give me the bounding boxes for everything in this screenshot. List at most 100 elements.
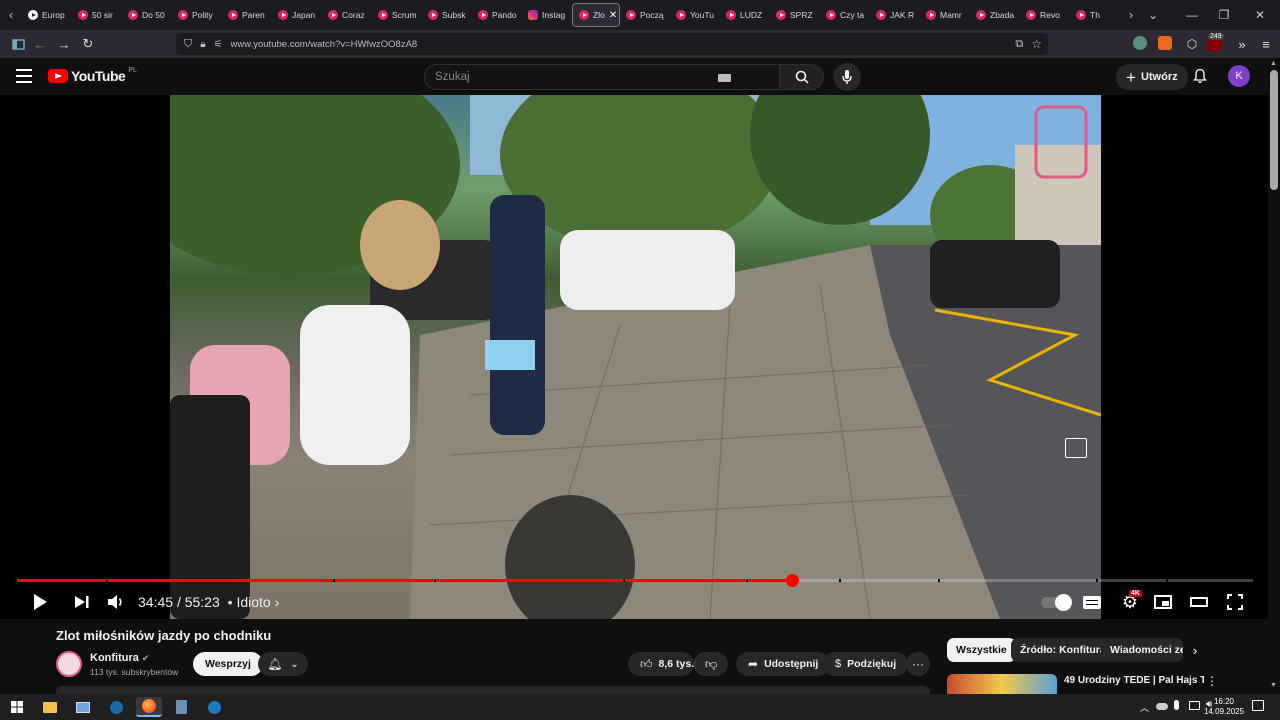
browser-tab[interactable]: Czy ta bbox=[820, 3, 870, 27]
browser-tab[interactable]: Revo bbox=[1020, 3, 1070, 27]
monitor-app-icon[interactable] bbox=[70, 697, 96, 717]
channel-avatar[interactable] bbox=[56, 651, 82, 677]
settings-button[interactable]: ⚙ 4K bbox=[1118, 589, 1142, 615]
start-menu-icon[interactable] bbox=[4, 697, 30, 717]
support-button[interactable]: Wesprzyj bbox=[193, 652, 263, 676]
tab-scroll-left-icon[interactable]: ‹ bbox=[0, 0, 22, 30]
share-button[interactable]: ➦ Udostępnij bbox=[736, 652, 831, 676]
clock[interactable]: 16:20 14.09.2025 bbox=[1204, 697, 1244, 717]
volume-button[interactable] bbox=[104, 589, 128, 615]
url-bar[interactable]: ⛉ 🔒︎ ⚟ www.youtube.com/watch?v=HWfwzOO8z… bbox=[176, 33, 1048, 55]
next-button[interactable] bbox=[70, 589, 94, 615]
browser-tab[interactable]: Polity bbox=[172, 3, 222, 27]
browser-tab[interactable]: Mamr bbox=[920, 3, 970, 27]
search-button[interactable] bbox=[780, 64, 824, 90]
browser-tab[interactable]: Subsk bbox=[422, 3, 472, 27]
lock-icon[interactable]: 🔒︎ bbox=[200, 39, 205, 50]
tray-overflow-icon[interactable]: ︿ bbox=[1140, 701, 1149, 714]
account-avatar[interactable]: K bbox=[1228, 65, 1250, 87]
app-menu-icon[interactable]: ≡ bbox=[1254, 32, 1278, 56]
close-window-icon[interactable]: ✕ bbox=[1240, 0, 1280, 30]
chip-news[interactable]: Wiadomości ze ś bbox=[1101, 638, 1183, 662]
chip-source-channel[interactable]: Źródło: Konfitura bbox=[1011, 638, 1115, 662]
browser-tab[interactable]: Począ bbox=[620, 3, 670, 27]
steam-secondary-icon[interactable] bbox=[201, 697, 227, 717]
browser-tab[interactable]: Pando bbox=[472, 3, 522, 27]
vpn-extension-icon[interactable] bbox=[1133, 36, 1147, 50]
notifications-bell-icon[interactable] bbox=[1192, 68, 1208, 84]
close-tab-icon[interactable]: ✕ bbox=[609, 10, 617, 21]
forward-icon[interactable]: → bbox=[52, 32, 76, 56]
extensions-icon[interactable]: ⬡ bbox=[1180, 32, 1204, 56]
bookmark-star-icon[interactable]: ☆ bbox=[1031, 37, 1042, 51]
browser-tab[interactable]: Instag bbox=[522, 3, 572, 27]
picture-in-picture-icon[interactable]: ⧉ bbox=[1015, 38, 1023, 51]
scrollbar-down-arrow[interactable]: ▼ bbox=[1270, 682, 1277, 689]
notifications-center-icon[interactable] bbox=[1252, 700, 1264, 711]
description-box[interactable] bbox=[56, 686, 930, 694]
browser-tab[interactable]: SPRZ bbox=[770, 3, 820, 27]
browser-tab[interactable]: Scrum bbox=[372, 3, 422, 27]
page-scrollbar[interactable]: ▲ ▼ bbox=[1268, 58, 1280, 694]
browser-tab[interactable]: Do 50 bbox=[122, 3, 172, 27]
shield-icon[interactable]: ⛉ bbox=[184, 38, 192, 51]
thanks-button[interactable]: $ Podziękuj bbox=[823, 652, 909, 676]
recommended-more-icon[interactable]: ⋮ bbox=[1206, 674, 1218, 688]
dislike-button[interactable]: 👎︎ bbox=[694, 652, 728, 676]
file-explorer-icon[interactable] bbox=[37, 697, 63, 717]
browser-tab[interactable]: LUDZ bbox=[720, 3, 770, 27]
browser-tab[interactable]: Paren bbox=[222, 3, 272, 27]
browser-tab[interactable]: JAK R bbox=[870, 3, 920, 27]
subtitles-button[interactable] bbox=[1082, 589, 1102, 615]
youtube-logo[interactable]: YouTube PL bbox=[48, 67, 137, 84]
sidebar-toggle-icon[interactable] bbox=[6, 32, 30, 56]
calculator-icon[interactable] bbox=[168, 697, 194, 717]
fullscreen-button[interactable] bbox=[1225, 589, 1245, 615]
recommended-thumbnail[interactable] bbox=[947, 674, 1057, 694]
tab-list-dropdown-icon[interactable]: ⌄ bbox=[1142, 0, 1164, 30]
theater-mode-button[interactable] bbox=[1189, 589, 1209, 615]
tray-microphone-icon[interactable] bbox=[1174, 700, 1179, 710]
back-icon[interactable]: ← bbox=[28, 32, 52, 56]
browser-tab[interactable]: Th bbox=[1070, 3, 1120, 27]
progress-bar[interactable] bbox=[17, 574, 1253, 587]
permissions-icon[interactable]: ⚟ bbox=[214, 39, 223, 50]
steam-icon[interactable] bbox=[103, 697, 129, 717]
video-player[interactable]: 34:45 / 55:23 • Idioto › ⚙ 4K bbox=[0, 95, 1268, 619]
chapter-title[interactable]: • Idioto › bbox=[228, 594, 280, 610]
play-button[interactable] bbox=[28, 589, 52, 615]
scrollbar-thumb[interactable] bbox=[1270, 70, 1278, 190]
tray-cloud-icon[interactable] bbox=[1156, 703, 1168, 710]
browser-tab[interactable]: Zbada bbox=[970, 3, 1020, 27]
channel-name[interactable]: Konfitura ✔ bbox=[90, 652, 149, 664]
like-button[interactable]: 👍︎ 8,6 tys. bbox=[628, 652, 694, 676]
scrollbar-up-arrow[interactable]: ▲ bbox=[1270, 60, 1277, 67]
chips-next-icon[interactable]: › bbox=[1193, 643, 1197, 658]
notifications-dropdown[interactable]: 🔔︎ ⌄ bbox=[258, 652, 308, 676]
overflow-menu-icon[interactable]: » bbox=[1230, 32, 1254, 56]
firefox-icon[interactable] bbox=[136, 697, 162, 717]
autoplay-toggle[interactable] bbox=[1040, 589, 1072, 615]
more-actions-button[interactable]: ··· bbox=[906, 652, 930, 676]
browser-tab-active[interactable]: Zlo ✕ bbox=[572, 3, 620, 27]
browser-tab[interactable]: YouTu bbox=[670, 3, 720, 27]
browser-tab[interactable]: 50 sir bbox=[72, 3, 122, 27]
search-input[interactable]: Szukaj bbox=[424, 64, 780, 90]
voice-search-button[interactable] bbox=[833, 63, 861, 91]
video-frame[interactable] bbox=[170, 95, 1101, 619]
keyboard-icon[interactable] bbox=[718, 74, 731, 82]
create-button[interactable]: + Utwórz bbox=[1116, 64, 1188, 90]
fox-extension-icon[interactable] bbox=[1158, 36, 1172, 50]
miniplayer-button[interactable] bbox=[1153, 589, 1173, 615]
browser-tab[interactable]: Coraz bbox=[322, 3, 372, 27]
chip-all[interactable]: Wszystkie bbox=[947, 638, 1016, 662]
tray-display-icon[interactable] bbox=[1189, 701, 1200, 710]
guide-menu-icon[interactable] bbox=[16, 69, 32, 83]
reload-icon[interactable]: ↻ bbox=[76, 32, 100, 56]
recommended-title[interactable]: 49 Urodziny TEDE | Pal Hajs TV bbox=[1064, 675, 1204, 686]
minimize-window-icon[interactable]: — bbox=[1176, 0, 1208, 30]
pip-overlay-icon[interactable] bbox=[1065, 438, 1087, 458]
browser-tab[interactable]: Europ bbox=[22, 3, 72, 27]
restore-window-icon[interactable]: ❐ bbox=[1208, 0, 1240, 30]
tab-scroll-right-icon[interactable]: › bbox=[1120, 0, 1142, 30]
